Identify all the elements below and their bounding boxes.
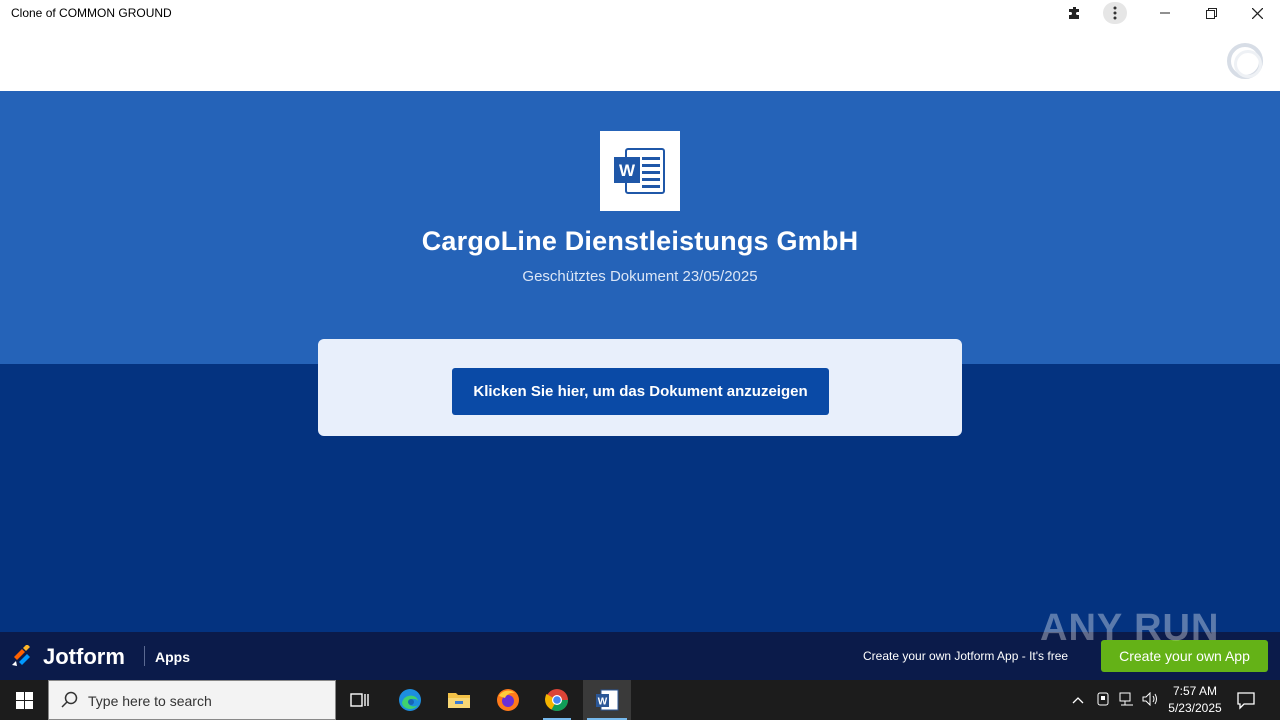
taskbar-search-box[interactable]: Type here to search [48, 680, 336, 720]
chrome-icon[interactable] [533, 680, 581, 720]
extensions-puzzle-icon[interactable] [1063, 2, 1087, 24]
search-placeholder: Type here to search [88, 693, 212, 709]
device-icon[interactable] [1097, 692, 1109, 709]
word-taskbar-icon[interactable]: W [583, 680, 631, 720]
app-header [0, 26, 1280, 91]
volume-icon[interactable] [1142, 691, 1159, 709]
jotform-logo-icon[interactable] [11, 644, 35, 667]
task-view-icon[interactable] [336, 680, 384, 720]
notification-icon[interactable] [1236, 690, 1256, 715]
more-menu-icon[interactable] [1103, 2, 1127, 24]
jotform-promo-text: Create your own Jotform App - It's free [863, 649, 1069, 663]
view-document-button[interactable]: Klicken Sie hier, um das Dokument anzuze… [452, 368, 829, 415]
clock-date: 5/23/2025 [1168, 701, 1222, 715]
edge-browser-icon[interactable] [386, 680, 434, 720]
taskbar: Type here to search W 7:57 AM 5/23/2025 [0, 680, 1280, 720]
system-clock[interactable]: 7:57 AM 5/23/2025 [1160, 683, 1230, 717]
divider [144, 646, 145, 666]
anyrun-watermark: ANY RUN [1040, 607, 1220, 649]
chevron-up-icon[interactable] [1072, 692, 1084, 707]
window-title-bar: Clone of COMMON GROUND [0, 0, 1280, 26]
firefox-icon[interactable] [484, 680, 532, 720]
clock-time: 7:57 AM [1172, 684, 1218, 698]
svg-text:W: W [598, 697, 608, 708]
window-title: Clone of COMMON GROUND [11, 6, 172, 20]
windows-start-icon[interactable] [0, 680, 48, 720]
loading-spinner-icon [1227, 43, 1263, 79]
restore-icon[interactable] [1199, 2, 1223, 24]
svg-text:W: W [619, 161, 636, 180]
minimize-icon[interactable] [1153, 2, 1177, 24]
company-name: CargoLine Dienstleistungs GmbH [421, 226, 859, 256]
word-doc-icon: W [600, 131, 680, 211]
search-icon [61, 691, 78, 708]
close-icon[interactable] [1245, 2, 1269, 24]
cta-card: Klicken Sie hier, um das Dokument anzuze… [318, 339, 962, 436]
file-explorer-icon[interactable] [435, 680, 483, 720]
jotform-brand[interactable]: Jotform [43, 644, 125, 670]
jotform-apps-label: Apps [155, 649, 190, 665]
document-subtitle: Geschütztes Dokument 23/05/2025 [522, 268, 758, 285]
network-icon[interactable] [1119, 692, 1135, 709]
